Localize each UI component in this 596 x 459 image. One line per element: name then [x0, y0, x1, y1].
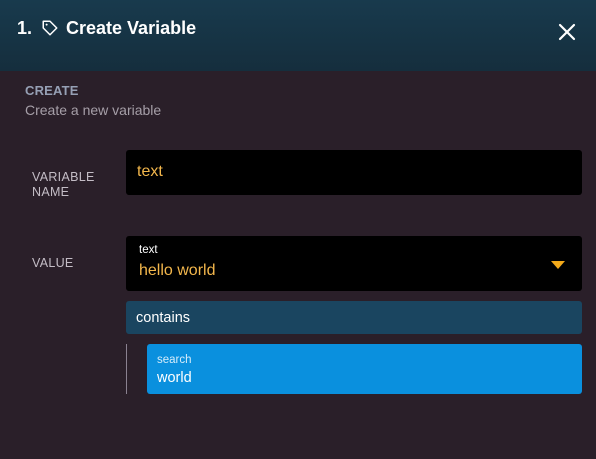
value-type-label: text — [139, 244, 158, 256]
section-subtitle: Create a new variable — [25, 102, 162, 118]
variable-name-label: VARIABLE NAME — [32, 170, 112, 200]
search-label: search — [157, 354, 192, 366]
chevron-down-icon — [551, 261, 565, 269]
close-button[interactable] — [556, 21, 578, 43]
tag-icon — [40, 18, 60, 38]
operator-button[interactable]: contains — [126, 301, 582, 334]
section-title: CREATE — [25, 83, 79, 98]
close-icon — [558, 23, 576, 41]
search-value: world — [157, 370, 192, 386]
value-select[interactable]: text hello world — [126, 236, 582, 291]
step-number: 1. — [17, 17, 33, 38]
dialog-header: 1. Create Variable — [0, 0, 596, 71]
search-field[interactable]: search world — [147, 344, 582, 394]
dialog-title: 1. Create Variable — [17, 16, 196, 40]
variable-name-label-line2: NAME — [32, 185, 70, 199]
variable-name-label-line1: VARIABLE — [32, 170, 95, 184]
value-label: VALUE — [32, 256, 74, 270]
value-selected: hello world — [139, 262, 216, 279]
tree-connector — [126, 344, 127, 394]
variable-name-input[interactable]: text — [126, 150, 582, 195]
dialog-title-text: Create Variable — [66, 17, 197, 38]
